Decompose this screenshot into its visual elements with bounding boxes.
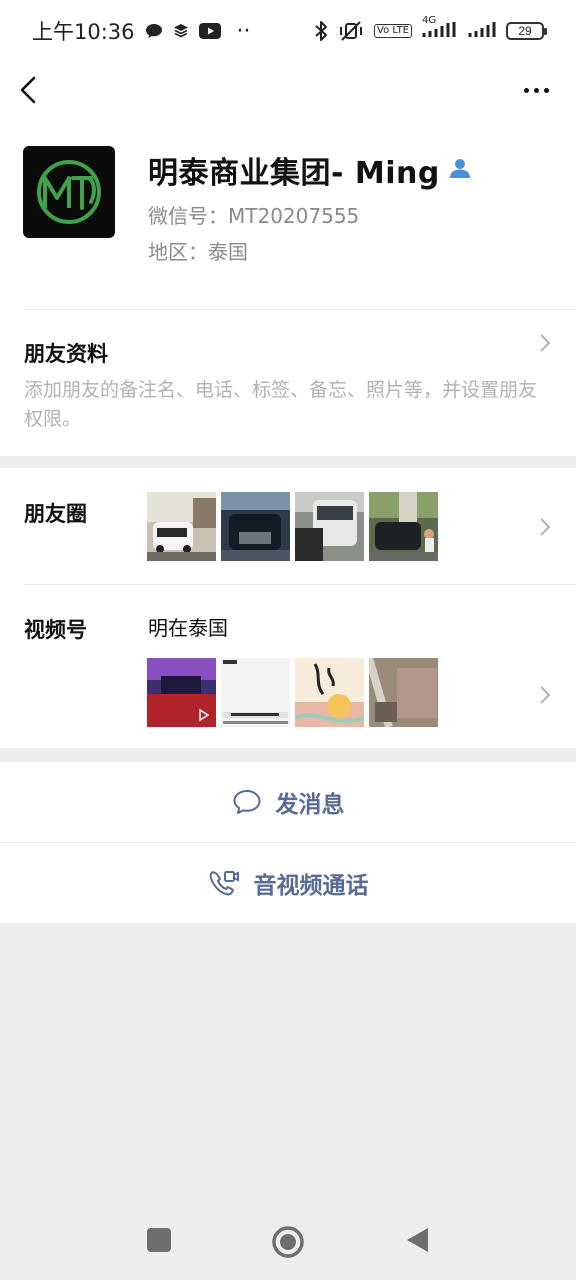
- channel-video: [369, 658, 438, 727]
- signal-icon: [468, 21, 496, 41]
- bluetooth-icon: [314, 20, 328, 42]
- more-dot: [543, 87, 549, 93]
- person-icon: [448, 156, 472, 184]
- channel-video: [295, 658, 364, 727]
- vibrate-off-icon: [338, 20, 364, 42]
- send-message-label: 发消息: [275, 792, 345, 818]
- media-section: 朋友圈 视频号 明在泰国: [0, 468, 576, 748]
- profile-header: 明泰商业集团- Ming 微信号：MT20207555 地区：泰国: [0, 118, 576, 310]
- channel-video: [221, 658, 290, 727]
- moments-photo: [369, 492, 438, 561]
- signal-4g-icon: 4G: [422, 15, 458, 41]
- network-type: 4G: [422, 15, 437, 26]
- region: 地区：泰国: [148, 240, 248, 264]
- home-button[interactable]: [270, 1224, 306, 1260]
- avatar[interactable]: [23, 146, 115, 238]
- more-dot: [533, 87, 539, 93]
- moments-label: 朋友圈: [24, 502, 87, 526]
- divider: [24, 584, 576, 585]
- video-call-label: 音视频通话: [253, 873, 369, 899]
- status-bar: 上午10:36 ·· Vo LTE 4G 29: [0, 0, 576, 62]
- mt-logo-icon: [37, 160, 101, 224]
- channel-video: [147, 658, 216, 727]
- friend-info-row[interactable]: 朋友资料 添加朋友的备注名、电话、标签、备忘、照片等，并设置朋友权限。: [0, 310, 576, 456]
- phone-video-icon: [209, 871, 239, 896]
- chevron-right-icon: [540, 518, 551, 536]
- moments-photo: [295, 492, 364, 561]
- friend-info-description: 添加朋友的备注名、电话、标签、备忘、照片等，并设置朋友权限。: [24, 379, 538, 430]
- send-message-button[interactable]: 发消息: [0, 762, 576, 842]
- layers-icon: [173, 23, 189, 39]
- status-time: 上午10:36: [32, 20, 135, 44]
- youtube-icon: [198, 23, 221, 39]
- moments-photo: [147, 492, 216, 561]
- moments-thumbnails[interactable]: [147, 492, 438, 561]
- nav-bar: [0, 62, 576, 118]
- more-button[interactable]: [518, 76, 554, 104]
- battery-indicator: 29: [506, 22, 547, 40]
- back-triangle-button[interactable]: [404, 1226, 430, 1254]
- system-nav-bar: [0, 1200, 576, 1280]
- moments-photo: [221, 492, 290, 561]
- friend-info-title: 朋友资料: [24, 342, 108, 366]
- channels-label: 视频号: [24, 618, 87, 642]
- contact-name: 明泰商业集团- Ming: [148, 156, 440, 191]
- back-button[interactable]: [14, 72, 46, 108]
- more-notifications: ··: [236, 18, 251, 44]
- channels-thumbnails[interactable]: [147, 658, 438, 727]
- chat-bubble-icon: [233, 790, 260, 814]
- chat-bubble-icon: [145, 23, 163, 39]
- chevron-left-icon: [20, 76, 36, 104]
- video-call-button[interactable]: 音视频通话: [0, 843, 576, 923]
- volte-badge: Vo LTE: [374, 24, 412, 38]
- more-dot: [523, 87, 529, 93]
- recents-button[interactable]: [146, 1226, 172, 1254]
- wechat-id: 微信号：MT20207555: [148, 204, 360, 228]
- chevron-right-icon: [540, 334, 551, 352]
- channel-name: 明在泰国: [148, 616, 228, 640]
- chevron-right-icon: [540, 686, 551, 704]
